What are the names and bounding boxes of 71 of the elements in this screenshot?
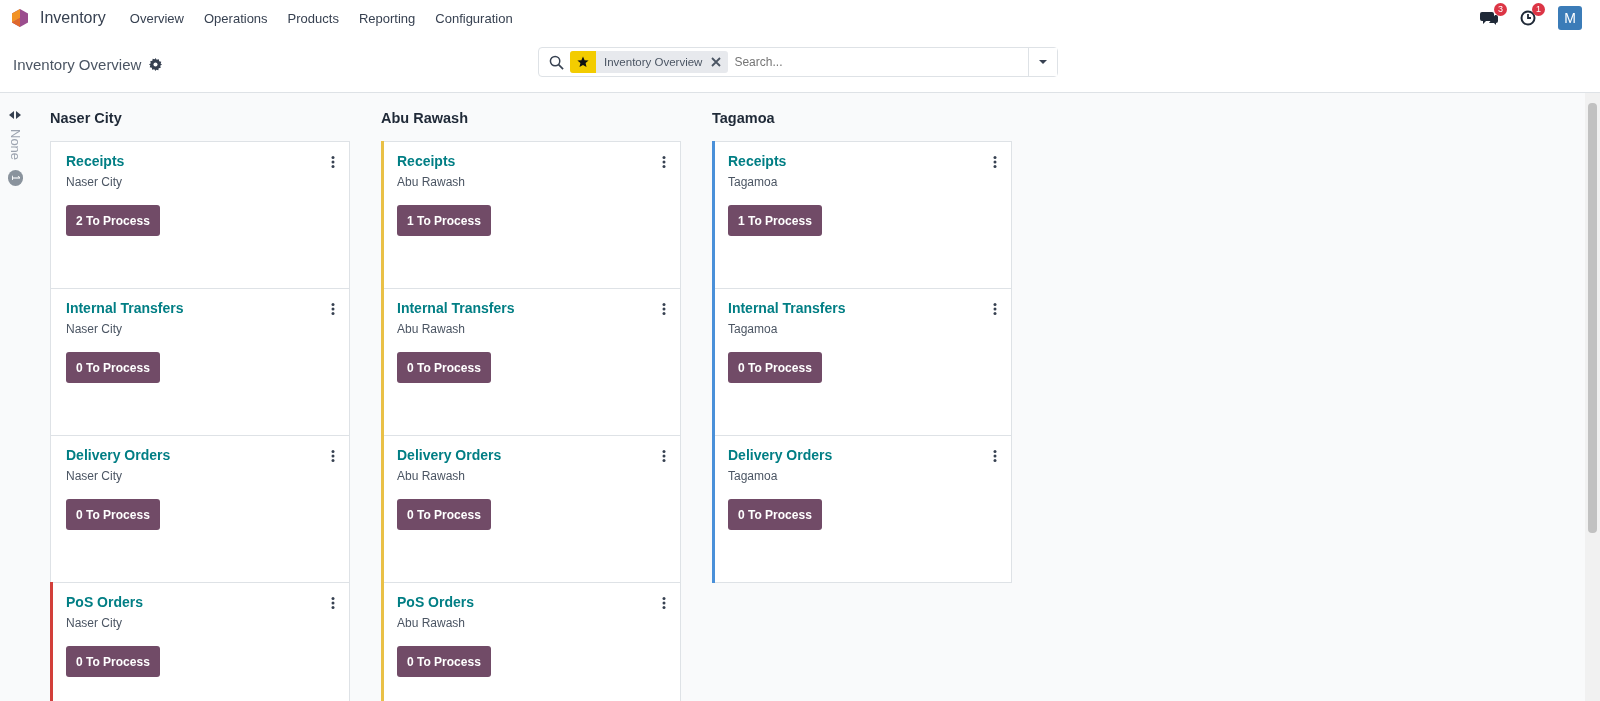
warehouse-name: Naser City xyxy=(66,322,123,336)
more-icon[interactable] xyxy=(993,303,997,315)
column-title: Abu Rawash xyxy=(381,110,468,126)
more-icon[interactable] xyxy=(662,303,666,315)
activity-count: 1 xyxy=(1532,3,1545,16)
operation-title[interactable]: Delivery Orders xyxy=(728,447,833,463)
menu-item[interactable]: Configuration xyxy=(425,10,523,26)
record-count: 1 xyxy=(7,170,23,186)
menu-item[interactable]: Reporting xyxy=(348,10,426,26)
more-icon[interactable] xyxy=(331,156,335,168)
to-process-button[interactable]: 0 To Process xyxy=(66,646,160,677)
more-icon[interactable] xyxy=(662,450,666,462)
more-icon[interactable] xyxy=(993,450,997,462)
to-process-button[interactable]: 0 To Process xyxy=(397,499,491,530)
hexagon-logo-icon[interactable] xyxy=(10,8,30,28)
warehouse-name: Abu Rawash xyxy=(397,322,467,336)
menu-item[interactable]: Overview xyxy=(119,10,194,26)
warehouse-name: Naser City xyxy=(66,616,123,630)
warehouse-name: Tagamoa xyxy=(728,322,779,336)
chat-icon[interactable] xyxy=(1480,10,1498,26)
to-process-button[interactable]: 2 To Process xyxy=(66,205,160,236)
expand-arrows-icon[interactable] xyxy=(9,111,21,119)
more-icon[interactable] xyxy=(662,156,666,168)
search-icon xyxy=(549,54,564,70)
clock-icon[interactable] xyxy=(1520,10,1536,26)
scrollbar[interactable] xyxy=(1585,93,1600,701)
warehouse-name: Abu Rawash xyxy=(397,175,467,189)
warehouse-name: Naser City xyxy=(66,469,123,483)
page-title: Inventory Overview xyxy=(13,55,142,73)
to-process-button[interactable]: 0 To Process xyxy=(728,499,822,530)
warehouse-name: Tagamoa xyxy=(728,469,779,483)
operation-title[interactable]: PoS Orders xyxy=(66,594,144,610)
to-process-button[interactable]: 0 To Process xyxy=(728,352,822,383)
column-title: Tagamoa xyxy=(712,110,775,126)
star-icon xyxy=(577,56,589,68)
search-field[interactable]: Inventory Overview Search... xyxy=(538,47,1058,77)
warehouse-name: Naser City xyxy=(66,175,123,189)
to-process-button[interactable]: 0 To Process xyxy=(66,352,160,383)
operation-title[interactable]: Receipts xyxy=(728,153,787,169)
facet-label: Inventory Overview xyxy=(603,56,704,68)
more-icon[interactable] xyxy=(331,450,335,462)
warehouse-name: Tagamoa xyxy=(728,175,779,189)
more-icon[interactable] xyxy=(331,597,335,609)
more-icon[interactable] xyxy=(993,156,997,168)
settings-icon[interactable] xyxy=(149,57,163,71)
operation-title[interactable]: Delivery Orders xyxy=(397,447,502,463)
to-process-button[interactable]: 0 To Process xyxy=(66,499,160,530)
more-icon[interactable] xyxy=(331,303,335,315)
operation-title[interactable]: Delivery Orders xyxy=(66,447,171,463)
to-process-button[interactable]: 1 To Process xyxy=(397,205,491,236)
column-title: Naser City xyxy=(50,110,122,126)
search-input[interactable]: Search... xyxy=(728,55,1028,69)
warehouse-name: Abu Rawash xyxy=(397,616,467,630)
operation-title[interactable]: Internal Transfers xyxy=(397,300,515,316)
menu-item[interactable]: Products xyxy=(277,10,349,26)
close-icon[interactable] xyxy=(710,56,723,68)
to-process-button[interactable]: 0 To Process xyxy=(397,352,491,383)
operation-title[interactable]: Internal Transfers xyxy=(66,300,184,316)
to-process-button[interactable]: 0 To Process xyxy=(397,646,491,677)
menu-item[interactable]: Operations xyxy=(194,10,278,26)
warehouse-name: Abu Rawash xyxy=(397,469,467,483)
message-count: 3 xyxy=(1494,3,1507,16)
to-process-button[interactable]: 1 To Process xyxy=(728,205,822,236)
operation-title[interactable]: Receipts xyxy=(66,153,125,169)
operation-title[interactable]: Internal Transfers xyxy=(728,300,846,316)
operation-title[interactable]: PoS Orders xyxy=(397,594,475,610)
operation-title[interactable]: Receipts xyxy=(397,153,456,169)
app-name[interactable]: Inventory xyxy=(40,9,106,27)
more-icon[interactable] xyxy=(662,597,666,609)
caret-icon[interactable] xyxy=(1038,59,1048,65)
user-avatar[interactable]: M xyxy=(1558,6,1582,30)
